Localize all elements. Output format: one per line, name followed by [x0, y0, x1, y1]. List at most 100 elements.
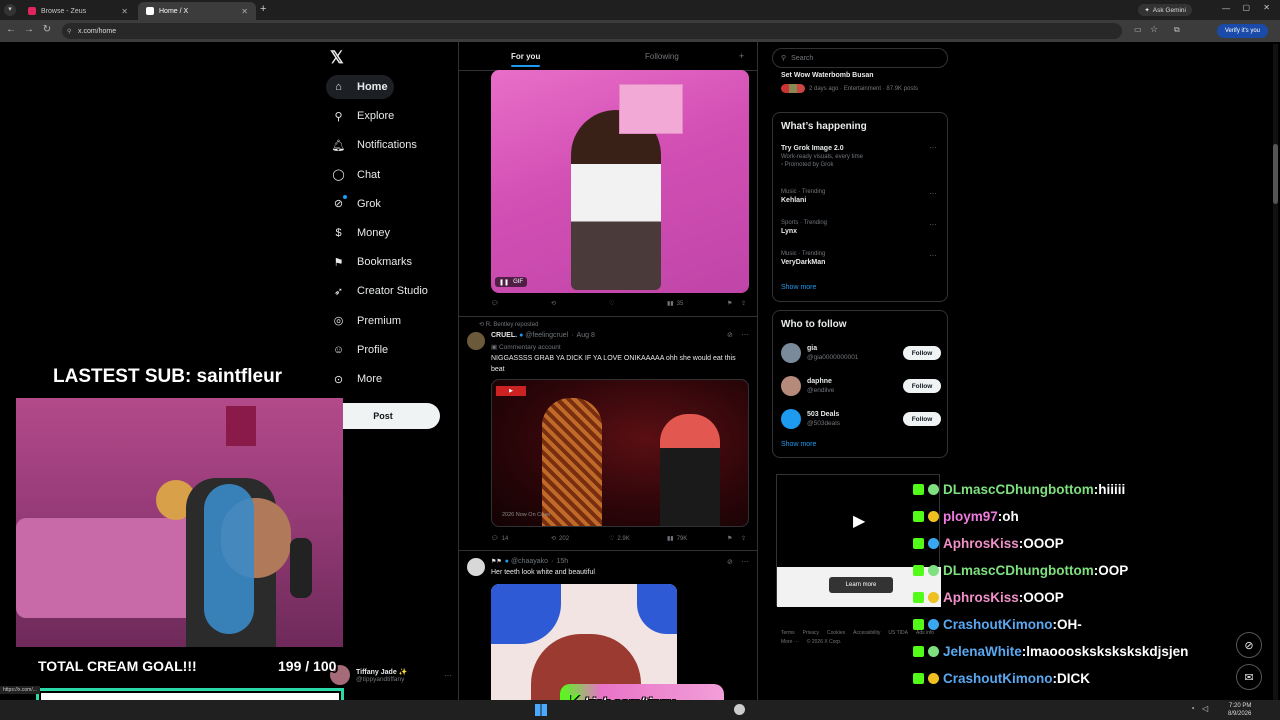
chat-username[interactable]: ploym97 — [943, 509, 998, 524]
repost-icon[interactable]: ⟲ — [551, 300, 556, 307]
share-icon[interactable]: ⇪ — [741, 300, 746, 307]
views-count[interactable]: ▮▮ 79K — [667, 535, 687, 543]
trend-item[interactable]: Music · Trending Kehlani — [781, 189, 825, 204]
reply-icon[interactable]: 💬︎ — [491, 300, 499, 307]
tweet-video-media[interactable]: ▶ 2026 Now On Cruel — [491, 379, 749, 527]
reload-icon[interactable]: ↻ — [40, 24, 54, 35]
tweet-more-icon[interactable]: ··· — [741, 557, 749, 566]
chat-username[interactable]: DLmascCDhungbottom — [943, 482, 1094, 497]
pause-icon[interactable]: ❚❚ — [499, 279, 509, 286]
tab-menu-icon[interactable]: ▾ — [4, 4, 16, 16]
trend-more-icon[interactable]: ··· — [929, 220, 937, 229]
chat-username[interactable]: CrashoutKimono — [943, 617, 1053, 632]
learn-more-button[interactable]: Learn more — [829, 577, 893, 593]
follow-suggestion[interactable]: daphne @endilve Follow — [781, 374, 941, 398]
messages-icon[interactable]: ✉ — [1236, 664, 1262, 690]
show-more-link[interactable]: Show more — [781, 284, 816, 291]
add-tab-icon[interactable]: + — [739, 51, 744, 61]
volume-icon[interactable]: ◁ — [1202, 704, 1208, 713]
like-icon[interactable]: ♡ — [609, 300, 614, 307]
bookmark-icon[interactable]: ⚑ — [727, 535, 732, 542]
like-count[interactable]: ♡ 2.9K — [609, 535, 630, 543]
chat-grok-icon[interactable]: ⊘ — [1236, 632, 1262, 658]
back-icon[interactable]: ← — [4, 24, 18, 35]
repost-count[interactable]: ⟲ 202 — [551, 535, 569, 543]
follow-suggestion[interactable]: gia @gia0000000001 Follow — [781, 341, 941, 365]
url-field[interactable]: ⚲ x.com/home — [62, 23, 1122, 39]
forward-icon[interactable]: → — [22, 24, 36, 35]
tab-home-x[interactable]: Home / X ✕ — [138, 2, 256, 20]
post-button[interactable]: Post — [326, 403, 440, 429]
tweet-handle[interactable]: @feelingcruel — [525, 332, 568, 339]
nav-item-money[interactable]: $ Money — [326, 221, 396, 245]
grok-icon[interactable]: ⊘ — [727, 558, 733, 566]
bookmark-star-icon[interactable]: ☆ — [1150, 24, 1158, 35]
follow-button[interactable]: Follow — [903, 379, 941, 393]
tweet-time[interactable]: 15h — [556, 558, 568, 565]
footer-link[interactable]: Terms — [781, 630, 795, 636]
clock[interactable]: 7:20 PM 8/9/2026 — [1228, 702, 1251, 718]
show-more-link[interactable]: Show more — [781, 441, 816, 448]
bookmark-icon[interactable]: ⚑ — [727, 300, 732, 307]
footer-link[interactable]: Cookies — [827, 630, 845, 636]
tweet-time[interactable]: Aug 8 — [577, 332, 595, 339]
chat-username[interactable]: AphrosKiss — [943, 590, 1019, 605]
tweet-author-name[interactable]: CRUEL. — [491, 332, 517, 339]
footer-link[interactable]: Accessibility — [853, 630, 880, 636]
site-info-icon[interactable]: ⚲ — [67, 28, 71, 35]
chat-username[interactable]: JelenaWhite — [943, 644, 1022, 659]
close-tab-icon[interactable]: ✕ — [241, 7, 248, 16]
follow-suggestion[interactable]: 503 Deals @503deals Follow — [781, 407, 941, 431]
trend-item[interactable]: Sports · Trending Lynx — [781, 220, 827, 235]
nav-item-notifications[interactable]: 🔔︎ Notifications — [326, 133, 423, 157]
minimize-icon[interactable]: — — [1222, 4, 1230, 13]
nav-item-home[interactable]: ⌂ Home — [326, 75, 394, 99]
avatar[interactable] — [467, 332, 485, 350]
search-input[interactable]: ⚲ Search — [772, 48, 948, 68]
nav-item-explore[interactable]: ⚲ Explore — [326, 104, 400, 128]
follow-button[interactable]: Follow — [903, 346, 941, 360]
cast-icon[interactable]: ▭ — [1134, 25, 1142, 34]
reply-count[interactable]: 💬︎ 14 — [491, 535, 508, 543]
top-event-title[interactable]: Set Wow Waterbomb Busan — [781, 72, 874, 79]
nav-item-creator-studio[interactable]: ➶ Creator Studio — [326, 279, 434, 303]
tweet-video-media[interactable]: ❚❚ GIF — [491, 70, 749, 293]
chrome-taskbar-icon[interactable] — [734, 704, 745, 715]
close-tab-icon[interactable]: ✕ — [121, 7, 128, 16]
extensions-icon[interactable]: ⧉ — [1174, 25, 1180, 35]
trend-item[interactable]: Try Grok Image 2.0 Work-ready visuals, e… — [781, 145, 941, 168]
chat-username[interactable]: CrashoutKimono — [943, 671, 1053, 686]
wifi-icon[interactable]: ◔ — [1190, 704, 1195, 713]
footer-link[interactable]: US TIDA — [888, 630, 908, 636]
grok-icon[interactable]: ⊘ — [727, 331, 733, 339]
trend-more-icon[interactable]: ··· — [929, 251, 937, 260]
play-icon[interactable]: ▶ — [853, 511, 865, 531]
tab-browse-zeus[interactable]: Browse - Zeus ✕ — [20, 2, 136, 20]
windows-start-icon[interactable] — [535, 704, 547, 716]
scrollbar-thumb[interactable] — [1273, 144, 1278, 204]
nav-item-grok[interactable]: ⊘ Grok — [326, 192, 387, 216]
nav-item-premium[interactable]: ◎ Premium — [326, 309, 407, 333]
follow-button[interactable]: Follow — [903, 412, 941, 426]
maximize-icon[interactable]: ▢ — [1242, 3, 1250, 12]
ask-gemini-button[interactable]: ✦ Ask Gemini — [1138, 4, 1192, 16]
avatar[interactable] — [467, 558, 485, 576]
tweet-more-icon[interactable]: ··· — [741, 330, 749, 339]
account-switcher[interactable]: Tiffany Jade ✨ @tippyandtiffany ··· — [330, 660, 452, 690]
tab-for-you[interactable]: For you — [511, 52, 541, 67]
footer-link[interactable]: More ··· — [781, 639, 799, 645]
trend-more-icon[interactable]: ··· — [929, 143, 937, 152]
chat-username[interactable]: AphrosKiss — [943, 536, 1019, 551]
verify-button[interactable]: Verify it's you — [1216, 24, 1268, 38]
scrollbar[interactable] — [1273, 44, 1278, 700]
chat-username[interactable]: DLmascCDhungbottom — [943, 563, 1094, 578]
footer-link[interactable]: Privacy — [803, 630, 819, 636]
footer-link[interactable]: © 2026 X Corp. — [807, 639, 842, 645]
new-tab-icon[interactable]: + — [260, 3, 266, 15]
share-icon[interactable]: ⇪ — [741, 535, 746, 542]
nav-item-profile[interactable]: ☺ Profile — [326, 338, 394, 362]
tweet-handle[interactable]: @chaayako — [511, 558, 548, 565]
nav-item-more[interactable]: ⊙ More — [326, 367, 388, 391]
views-count[interactable]: ▮▮ 35 — [667, 300, 683, 308]
nav-item-bookmarks[interactable]: ⚑ Bookmarks — [326, 250, 418, 274]
